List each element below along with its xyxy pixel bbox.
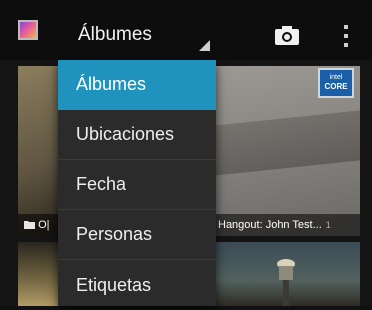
menu-item-personas[interactable]: Personas: [58, 210, 216, 260]
folder-icon: [24, 221, 35, 229]
overflow-menu-icon[interactable]: [336, 24, 356, 48]
laptop-photo-detail: [214, 110, 360, 176]
intel-badge-line1: intel: [329, 74, 343, 81]
album-caption-text: Hangout: John Test...: [218, 219, 322, 231]
gallery-app-icon[interactable]: [18, 20, 38, 40]
menu-item-etiquetas[interactable]: Etiquetas: [58, 260, 216, 310]
spinner-arrow-icon[interactable]: [199, 40, 210, 51]
album-view-spinner-label[interactable]: Álbumes: [78, 24, 152, 46]
intel-badge-line2: CORE: [324, 82, 348, 91]
album-tile[interactable]: intel CORE Hangout: John Test... 1: [214, 66, 360, 236]
album-tile[interactable]: O|: [18, 66, 58, 236]
album-tile[interactable]: [214, 242, 360, 306]
album-caption: Hangout: John Test... 1: [214, 214, 360, 236]
action-bar: Álbumes: [0, 0, 372, 60]
menu-item-albumes[interactable]: Álbumes: [58, 60, 216, 110]
view-type-dropdown: Álbumes Ubicaciones Fecha Personas Etiqu…: [58, 60, 216, 306]
album-tile[interactable]: [18, 242, 58, 306]
camera-icon[interactable]: [274, 24, 300, 46]
intel-badge-image: intel CORE: [318, 68, 354, 98]
album-caption: O|: [18, 214, 58, 236]
album-count: 1: [325, 220, 331, 230]
album-caption-text: O|: [38, 219, 50, 231]
menu-item-fecha[interactable]: Fecha: [58, 160, 216, 210]
lamp-post-image: [277, 259, 295, 306]
menu-item-ubicaciones[interactable]: Ubicaciones: [58, 110, 216, 160]
